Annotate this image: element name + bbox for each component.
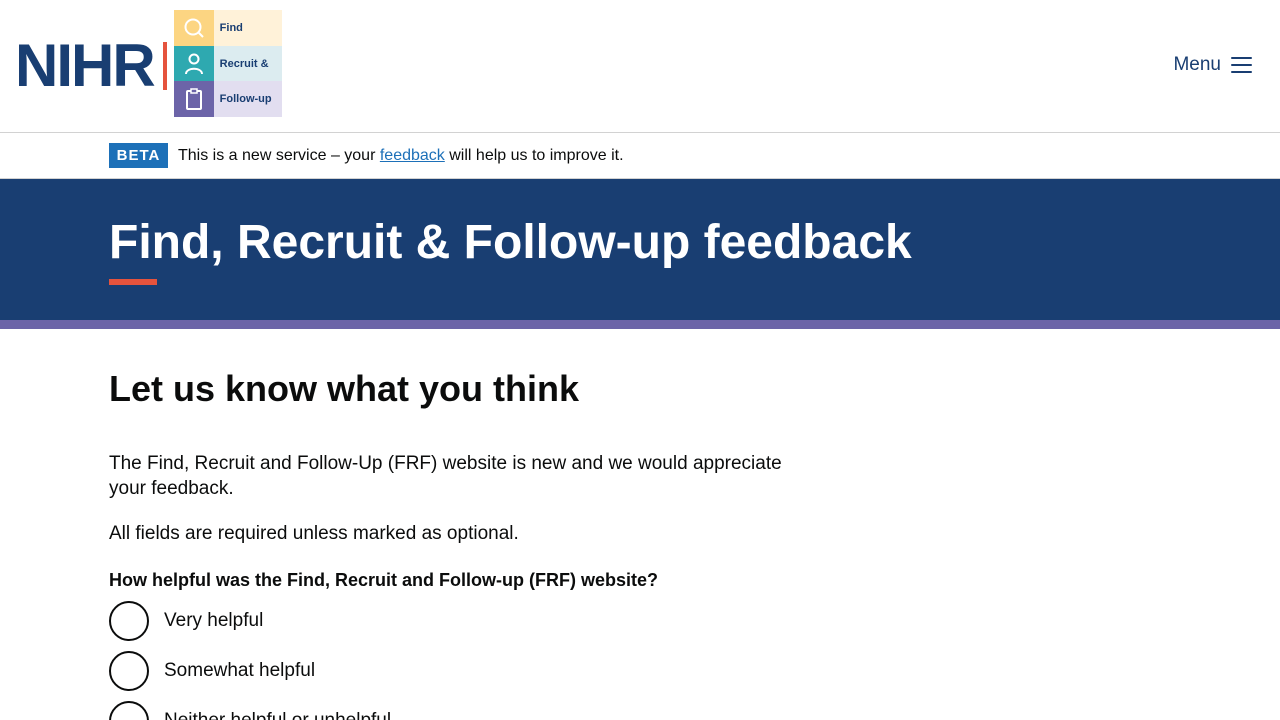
helpfulness-question: How helpful was the Find, Recruit and Fo… (109, 569, 658, 590)
hamburger-icon (1231, 57, 1252, 73)
radio-label[interactable]: Very helpful (164, 610, 263, 632)
radio-button[interactable] (109, 700, 149, 720)
menu-button[interactable]: Menu (1173, 54, 1252, 76)
radio-option-somewhat-helpful[interactable]: Somewhat helpful (109, 650, 800, 691)
feedback-form: Let us know what you think The Find, Rec… (0, 329, 800, 720)
logo-tile-label: Find (213, 10, 282, 46)
menu-label: Menu (1173, 54, 1221, 75)
radio-button[interactable] (109, 650, 149, 691)
radio-option-neither[interactable]: Neither helpful or unhelpful (109, 700, 800, 720)
title-underline (109, 279, 157, 285)
logo-tile-find: Find (173, 10, 282, 46)
logo-tile-label: Recruit & (213, 46, 282, 81)
search-icon (173, 10, 214, 46)
beta-message: This is a new service – your feedback wi… (178, 147, 624, 165)
radio-option-very-helpful[interactable]: Very helpful (109, 600, 800, 641)
page-title: Find, Recruit & Follow-up feedback (109, 216, 912, 269)
site-header: NIHR Find Recruit & Follow-up Menu (0, 0, 1280, 133)
logo-tile-label: Follow-up (213, 81, 282, 117)
intro-text: The Find, Recruit and Follow-Up (FRF) we… (109, 452, 782, 499)
person-icon (173, 46, 214, 81)
beta-text-before: This is a new service – your (178, 147, 376, 164)
logo-divider (162, 41, 167, 90)
logo-tile-recruit: Recruit & (173, 46, 282, 81)
radio-button[interactable] (109, 600, 149, 641)
frf-logo-tiles: Find Recruit & Follow-up (173, 10, 282, 117)
beta-tag: BETA (109, 143, 168, 168)
form-heading: Let us know what you think (109, 368, 580, 409)
beta-banner: BETA This is a new service – your feedba… (0, 133, 1280, 179)
required-note: All fields are required unless marked as… (109, 522, 519, 544)
nihr-frf-logo[interactable]: NIHR Find Recruit & Follow-up (15, 10, 282, 117)
logo-tile-follow-up: Follow-up (173, 81, 282, 117)
page-hero: Find, Recruit & Follow-up feedback (0, 179, 1280, 329)
feedback-link[interactable]: feedback (380, 147, 445, 164)
nihr-logo-text: NIHR (15, 31, 156, 99)
radio-label[interactable]: Somewhat helpful (164, 660, 315, 682)
beta-text-after: will help us to improve it. (449, 147, 624, 164)
radio-label[interactable]: Neither helpful or unhelpful (164, 710, 391, 720)
clipboard-icon (173, 81, 214, 117)
